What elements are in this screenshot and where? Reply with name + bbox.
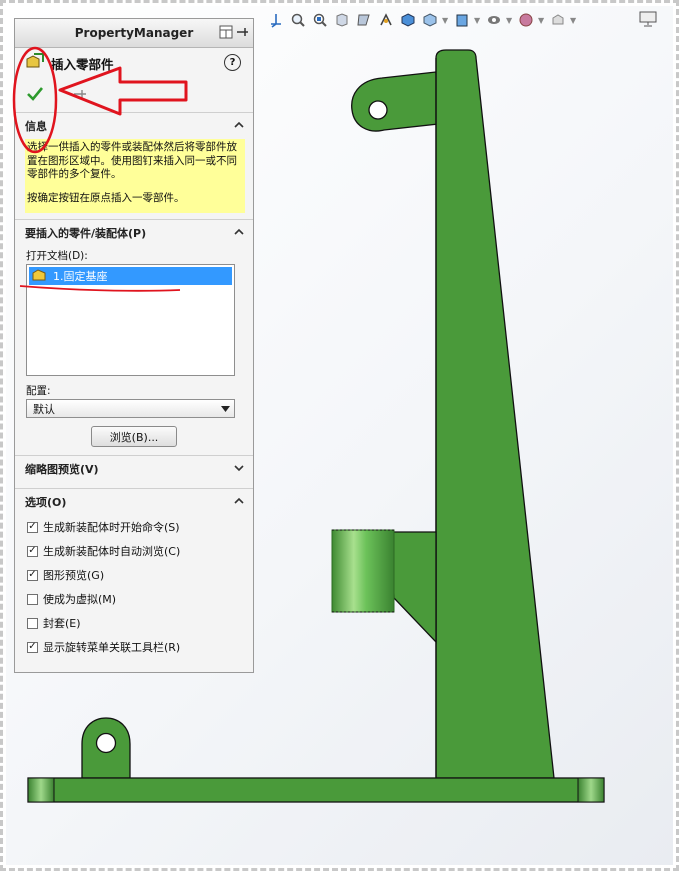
view-settings-icon[interactable] xyxy=(548,10,568,30)
browse-button[interactable]: 浏览(B)... xyxy=(91,426,177,447)
insert-component-icon xyxy=(25,52,45,74)
info-section-title: 信息 xyxy=(25,120,47,133)
keep-visible-pin-icon[interactable] xyxy=(73,89,87,102)
checkbox[interactable]: ✓ xyxy=(27,569,38,581)
thumbnail-section-title: 缩略图预览(V) xyxy=(25,463,99,476)
option-label: 生成新装配体时自动浏览(C) xyxy=(43,545,181,558)
base-end-right xyxy=(577,777,605,803)
open-documents-label: 打开文档(D): xyxy=(26,249,88,262)
heads-up-view-toolbar: ▼ ▼ ▼ ▼ ▼ xyxy=(266,8,578,32)
part-section-header[interactable]: 要插入的零件/装配体(P) xyxy=(15,219,253,246)
chevron-down-icon[interactable]: ▼ xyxy=(506,16,514,25)
previous-view-icon[interactable] xyxy=(332,10,352,30)
chevron-up-icon[interactable] xyxy=(233,495,245,510)
pin-icon[interactable] xyxy=(235,25,249,42)
options-list: ✓ 生成新装配体时开始命令(S) ✓ 生成新装配体时自动浏览(C) ✓ 图形预览… xyxy=(15,515,253,659)
chevron-down-icon[interactable] xyxy=(221,402,230,415)
base-end-left xyxy=(27,777,55,803)
apply-scene-icon[interactable] xyxy=(516,10,536,30)
view-orientation-cube-icon[interactable] xyxy=(398,10,418,30)
part-section-title: 要插入的零件/装配体(P) xyxy=(25,227,147,240)
option-start-command[interactable]: ✓ 生成新装配体时开始命令(S) xyxy=(15,515,253,539)
info-message-box: 选择一供插入的零件或装配体然后将零部件放置在图形区域中。使用图钉来插入同一或不同… xyxy=(25,139,245,213)
config-label: 配置: xyxy=(26,384,51,397)
chevron-down-icon[interactable] xyxy=(233,462,245,477)
chevron-down-icon[interactable]: ▼ xyxy=(538,16,546,25)
base-plate xyxy=(27,777,605,803)
ok-row xyxy=(15,78,253,112)
dynamic-annotation-icon[interactable] xyxy=(376,10,396,30)
bottom-lug-hole xyxy=(95,732,117,754)
checkbox[interactable]: ✓ xyxy=(27,521,38,533)
config-selected-value: 默认 xyxy=(33,402,55,416)
view-orientation-icon[interactable] xyxy=(266,10,286,30)
hide-show-items-icon[interactable] xyxy=(452,10,472,30)
option-label: 显示旋转菜单关联工具栏(R) xyxy=(43,641,181,654)
chevron-up-icon[interactable] xyxy=(233,226,245,241)
checkbox[interactable]: ✓ xyxy=(27,641,38,653)
option-label: 使成为虚拟(M) xyxy=(43,593,117,606)
section-view-icon[interactable] xyxy=(354,10,374,30)
option-envelope[interactable]: 封套(E) xyxy=(15,611,253,635)
property-manager-title-bar: PropertyManager xyxy=(15,19,253,48)
option-auto-browse[interactable]: ✓ 生成新装配体时自动浏览(C) xyxy=(15,539,253,563)
top-lug-hole xyxy=(368,100,388,120)
part-file-icon xyxy=(31,268,47,285)
edit-appearance-icon[interactable] xyxy=(484,10,504,30)
zoom-to-area-icon[interactable] xyxy=(310,10,330,30)
chevron-down-icon[interactable]: ▼ xyxy=(474,16,482,25)
top-lug xyxy=(351,71,439,132)
info-section-header[interactable]: 信息 xyxy=(15,112,253,139)
ok-checkmark-icon[interactable] xyxy=(27,86,44,104)
property-manager-panel: PropertyManager 插入零部件 ? 信息 选择一供插入的零件或装配体… xyxy=(14,18,254,673)
checkbox[interactable]: ✓ xyxy=(27,545,38,557)
options-section-header[interactable]: 选项(O) xyxy=(15,488,253,515)
chevron-down-icon[interactable]: ▼ xyxy=(570,16,578,25)
zoom-to-fit-icon[interactable] xyxy=(288,10,308,30)
display-style-icon[interactable] xyxy=(420,10,440,30)
feature-title: 插入零部件 xyxy=(51,56,114,72)
info-paragraph-2: 按确定按钮在原点插入一零部件。 xyxy=(27,191,185,204)
grid-icon[interactable] xyxy=(219,25,233,42)
list-item[interactable]: 1.固定基座 xyxy=(29,267,232,285)
gusset xyxy=(391,531,437,644)
feature-header: 插入零部件 ? xyxy=(15,48,253,78)
checkbox[interactable] xyxy=(27,617,38,629)
config-select[interactable]: 默认 xyxy=(26,399,235,418)
option-label: 图形预览(G) xyxy=(43,569,105,582)
open-documents-list[interactable]: 1.固定基座 xyxy=(26,264,235,376)
chevron-up-icon[interactable] xyxy=(233,119,245,134)
options-section-title: 选项(O) xyxy=(25,496,67,509)
option-graphics-preview[interactable]: ✓ 图形预览(G) xyxy=(15,563,253,587)
option-show-rotate-toolbar[interactable]: ✓ 显示旋转菜单关联工具栏(R) xyxy=(15,635,253,659)
option-label: 封套(E) xyxy=(43,617,81,630)
chevron-down-icon[interactable]: ▼ xyxy=(442,16,450,25)
property-manager-title: PropertyManager xyxy=(74,26,194,40)
option-make-virtual[interactable]: 使成为虚拟(M) xyxy=(15,587,253,611)
side-boss xyxy=(331,529,395,613)
thumbnail-section-header[interactable]: 缩略图预览(V) xyxy=(15,455,253,482)
option-label: 生成新装配体时开始命令(S) xyxy=(43,521,180,534)
checkbox[interactable] xyxy=(27,593,38,605)
info-paragraph-1: 选择一供插入的零件或装配体然后将零部件放置在图形区域中。使用图钉来插入同一或不同… xyxy=(27,141,237,180)
monitor-icon[interactable] xyxy=(638,10,658,28)
help-icon[interactable]: ? xyxy=(224,54,241,71)
main-column xyxy=(435,49,555,779)
document-name: 1.固定基座 xyxy=(53,270,108,283)
